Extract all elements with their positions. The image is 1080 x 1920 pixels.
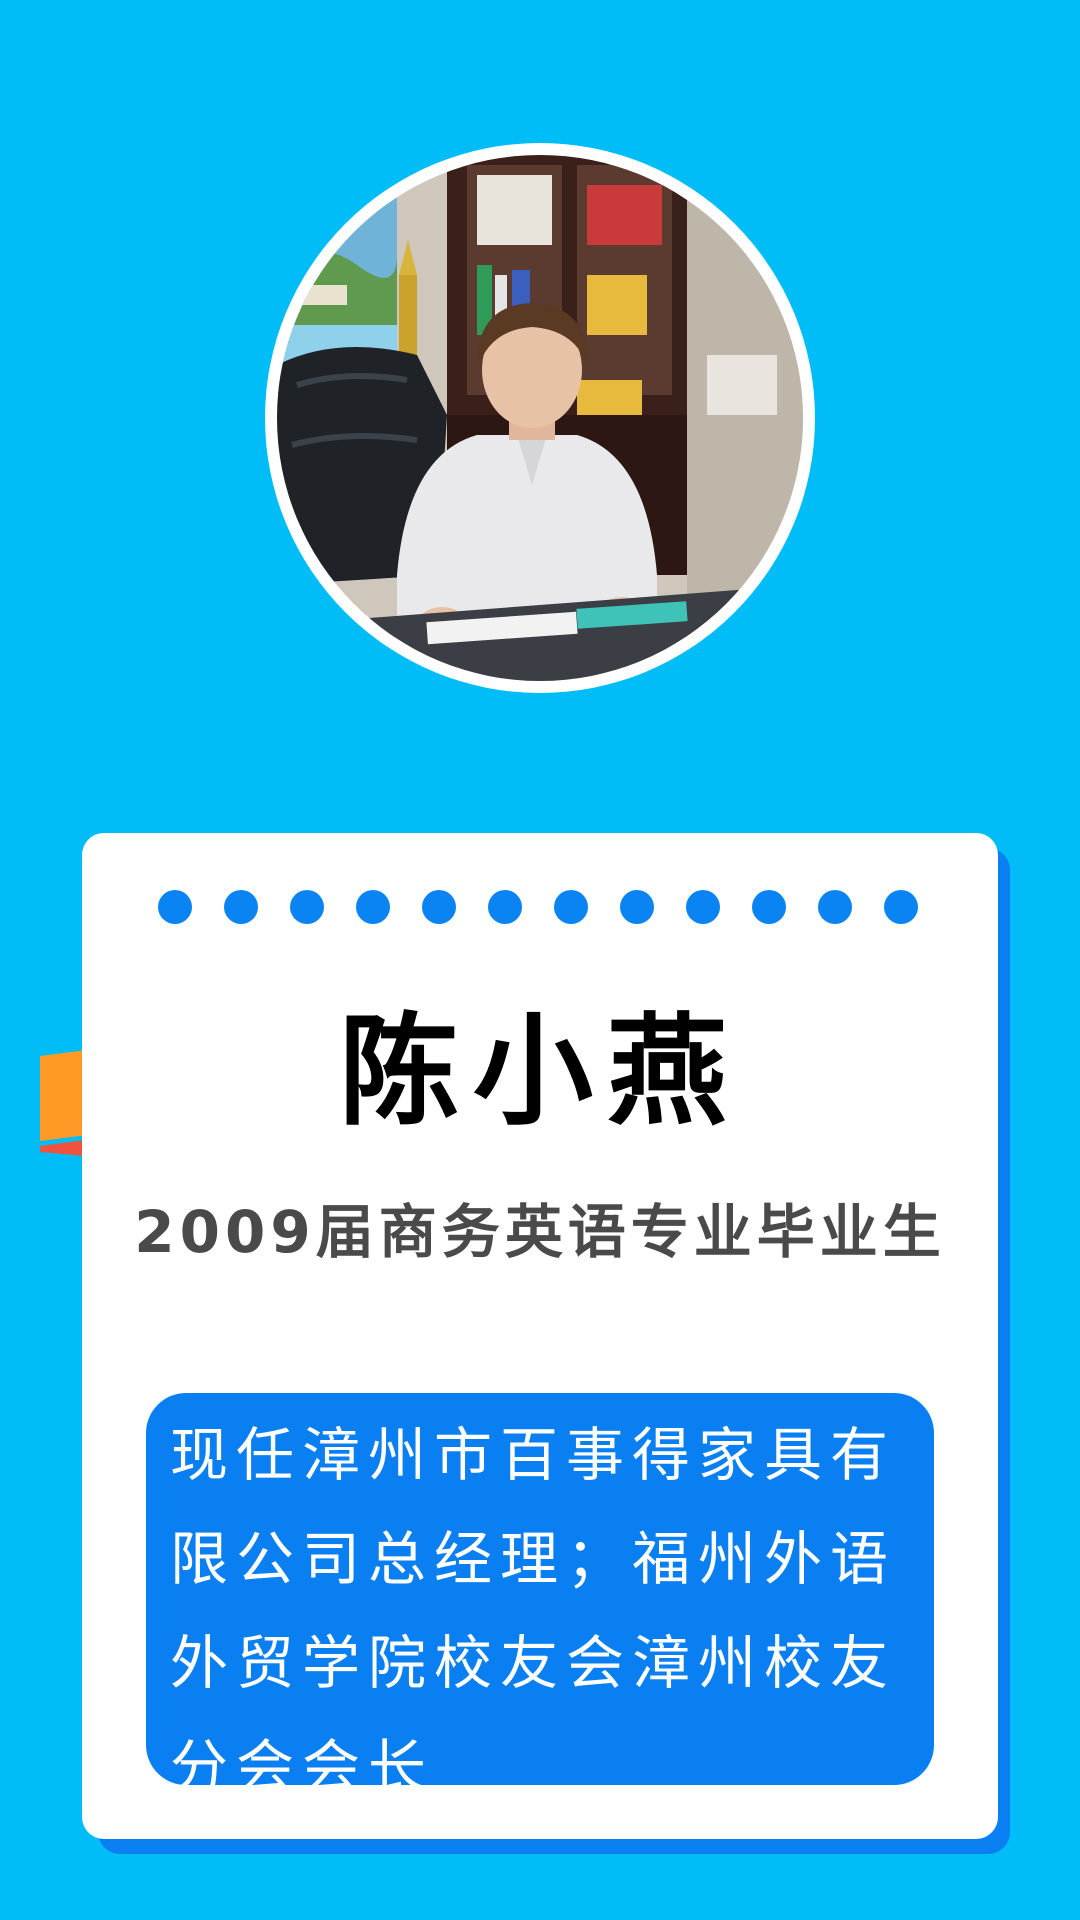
dot	[488, 890, 522, 924]
profile-photo	[277, 155, 803, 681]
dot	[422, 890, 456, 924]
dot	[290, 890, 324, 924]
dot	[620, 890, 654, 924]
person-name: 陈小燕	[339, 1003, 741, 1142]
description-box: 现任漳州市百事得家具有限公司总经理；福州外语外贸学院校友会漳州校友分会会长	[146, 1393, 934, 1801]
dot	[554, 890, 588, 924]
dot	[686, 890, 720, 924]
dot	[356, 890, 390, 924]
dot-row	[82, 890, 998, 924]
profile-card: 陈小燕 2009届商务英语专业毕业生 现任漳州市百事得家具有限公司总经理；福州外…	[82, 833, 998, 1839]
dot	[158, 890, 192, 924]
dot	[818, 890, 852, 924]
graduation-subtitle: 2009届商务英语专业毕业生	[134, 1198, 946, 1266]
avatar-ring	[265, 143, 815, 693]
description-text: 现任漳州市百事得家具有限公司总经理；福州外语外贸学院校友会漳州校友分会会长	[170, 1421, 897, 1801]
dot	[884, 890, 918, 924]
dot	[224, 890, 258, 924]
dot	[752, 890, 786, 924]
avatar	[277, 155, 803, 681]
